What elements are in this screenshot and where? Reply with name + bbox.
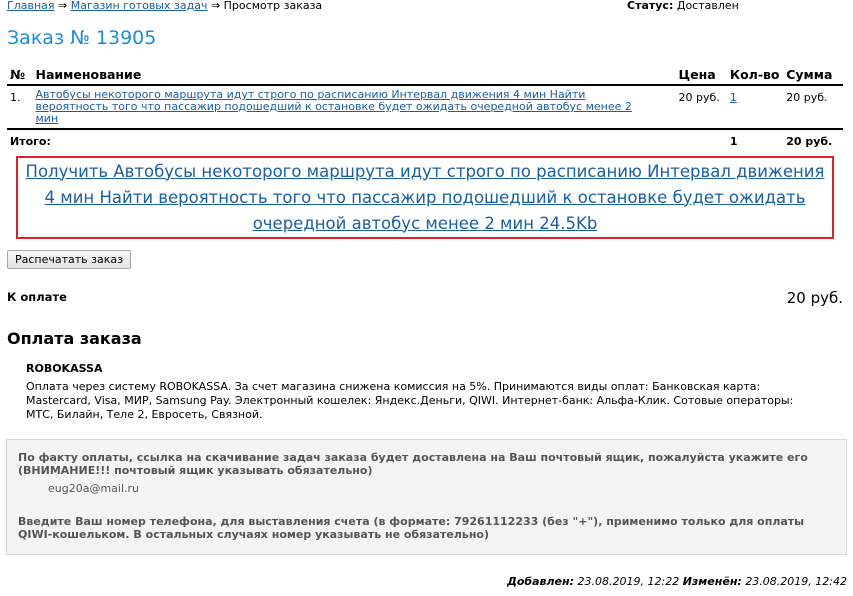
modified-value: 23.08.2019, 12:42 — [745, 575, 847, 588]
order-status: Статус: Доставлен — [627, 0, 739, 12]
header-qty: Кол-во — [729, 66, 780, 82]
delivery-info-box: По факту оплаты, ссылка на скачивание за… — [6, 439, 847, 555]
header-sum: Сумма — [786, 66, 833, 82]
modified-label: Изменён: — [682, 575, 742, 588]
page-title: Заказ № 13905 — [7, 27, 157, 49]
header-price: Цена — [678, 66, 716, 82]
email-note: По факту оплаты, ссылка на скачивание за… — [18, 451, 808, 477]
status-label: Статус: — [627, 0, 674, 12]
breadcrumb-separator: ⇒ — [58, 0, 68, 12]
breadcrumb: Главная ⇒ Магазин готовых задач ⇒ Просмо… — [7, 0, 322, 12]
header-name: Наименование — [35, 66, 142, 82]
order-items-table: № Наименование Цена Кол-во Сумма 1. Авто… — [7, 64, 843, 151]
total-sum: 20 руб. — [786, 135, 833, 148]
row-num: 1. — [10, 91, 21, 104]
total-row: Итого: 1 20 руб. — [7, 129, 843, 151]
total-label: Итого: — [10, 135, 51, 148]
added-label: Добавлен: — [507, 575, 575, 588]
total-qty: 1 — [729, 135, 738, 148]
download-box: Получить Автобусы некоторого маршрута ид… — [16, 156, 834, 239]
breadcrumb-current: Просмотр заказа — [223, 0, 323, 12]
row-name-cell: Автобусы некоторого маршрута идут строго… — [33, 85, 676, 129]
breadcrumb-home-link[interactable]: Главная — [7, 0, 55, 12]
print-order-button[interactable]: Распечатать заказ — [7, 250, 131, 269]
phone-note: Введите Ваш номер телефона, для выставле… — [18, 515, 805, 541]
header-num: № — [10, 66, 26, 82]
breadcrumb-separator: ⇒ — [210, 0, 221, 12]
payment-method-description: Оплата через систему ROBOKASSA. За счет … — [26, 380, 794, 421]
table-row: 1. Автобусы некоторого маршрута идут стр… — [7, 85, 843, 129]
payment-section-title: Оплата заказа — [7, 329, 142, 348]
item-link[interactable]: Автобусы некоторого маршрута идут строго… — [36, 89, 656, 125]
row-sum: 20 руб. — [786, 91, 828, 104]
row-price: 20 руб. — [678, 91, 720, 104]
row-qty-cell: 1 — [727, 85, 783, 129]
download-link[interactable]: Получить Автобусы некоторого маршрута ид… — [18, 159, 832, 237]
qty-link[interactable]: 1 — [730, 91, 737, 104]
payment-method-name: ROBOKASSA — [26, 362, 103, 375]
added-value: 23.08.2019, 12:22 — [577, 575, 680, 588]
status-value: Доставлен — [676, 0, 739, 12]
email-field[interactable]: eug20a@mail.ru — [48, 482, 139, 495]
breadcrumb-shop-link[interactable]: Магазин готовых задач — [71, 0, 208, 12]
to-pay-label: К оплате — [7, 290, 67, 304]
to-pay-amount: 20 руб. — [786, 289, 843, 307]
table-header-row: № Наименование Цена Кол-во Сумма — [7, 64, 843, 85]
order-timestamps: Добавлен: 23.08.2019, 12:22 Изменён: 23.… — [507, 575, 847, 588]
